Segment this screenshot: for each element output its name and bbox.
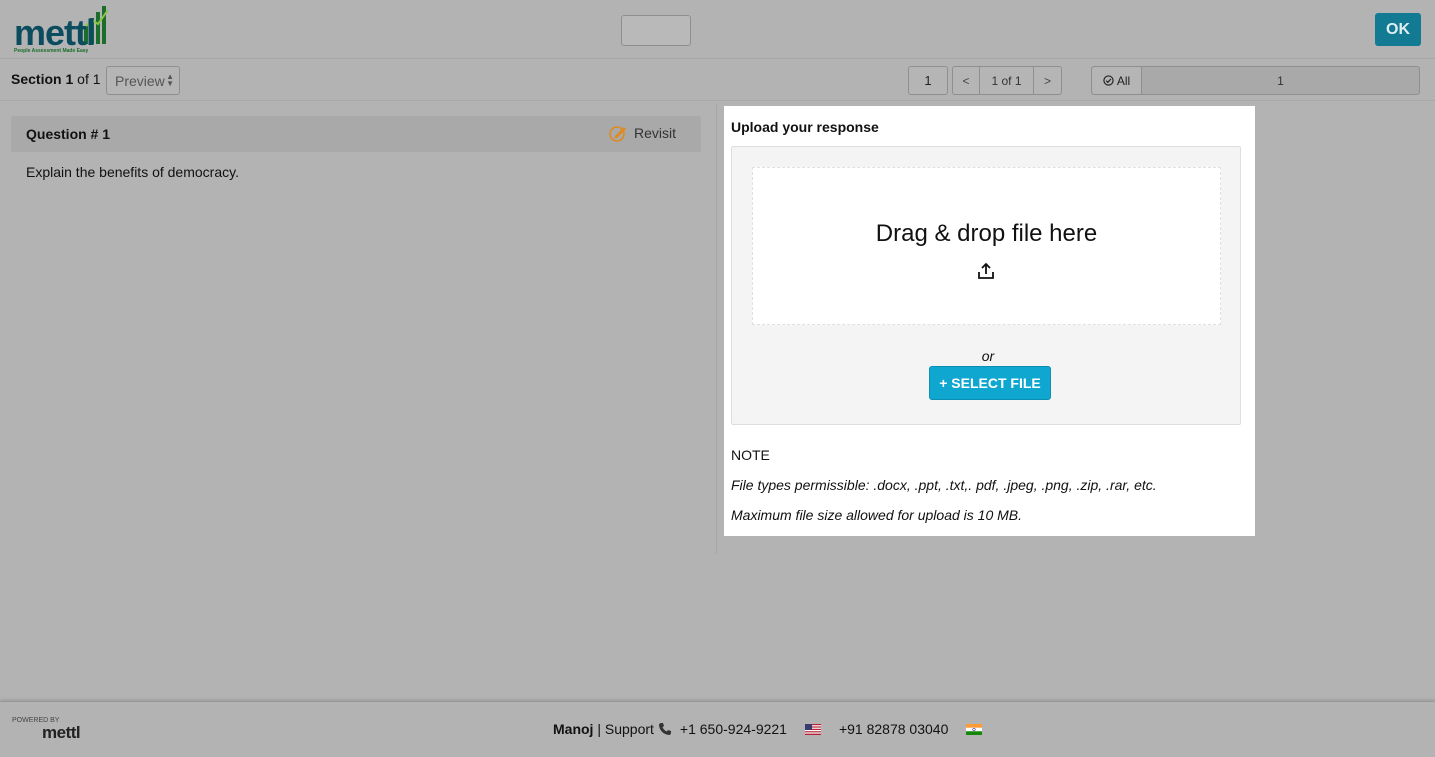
select-arrows-icon: ▲ ▼ <box>166 72 174 88</box>
note-title: NOTE <box>731 447 770 463</box>
upload-panel: Upload your response Drag & drop file he… <box>724 106 1255 536</box>
phone-in: +91 82878 03040 <box>838 721 949 737</box>
powered-logo-text: mettl <box>42 723 81 742</box>
india-flag-icon <box>966 723 983 735</box>
filter-all-label: All <box>1116 73 1131 88</box>
upload-icon <box>978 262 994 279</box>
ok-button[interactable]: OK <box>1375 13 1421 46</box>
drop-zone-text: Drag & drop file here <box>875 220 1098 247</box>
note-file-types: File types permissible: .docx, .ppt, .tx… <box>731 477 1157 493</box>
section-bar: Section 1 of 1 Preview ▲ ▼ 1 < 1 of 1 > A… <box>0 60 1435 101</box>
question-number-link[interactable]: 1 <box>1142 67 1419 94</box>
view-mode-value: Preview <box>115 73 165 89</box>
prev-page-button[interactable]: < <box>952 66 980 95</box>
us-flag-icon <box>804 723 821 735</box>
section-of: of 1 <box>77 71 101 87</box>
support-label: Support <box>604 721 654 737</box>
section-indicator: Section 1 of 1 <box>11 71 101 87</box>
powered-by-logo: POWERED BY mettl <box>12 717 81 742</box>
drop-zone[interactable]: Drag & drop file here <box>752 167 1221 325</box>
top-header: mettl People Assessment Made Easy OK <box>0 0 1435 59</box>
footer: POWERED BY mettl Manoj | Support +1 650-… <box>0 701 1435 757</box>
question-title: Question # 1 <box>26 126 111 142</box>
view-mode-select[interactable]: Preview ▲ ▼ <box>106 66 180 95</box>
phone-icon <box>658 723 671 735</box>
question-header: Question # 1 Revisit <box>11 116 701 152</box>
phone-us: +1 650-924-9221 <box>679 721 787 737</box>
panel-divider <box>716 104 717 554</box>
footer-separator: | <box>593 721 605 737</box>
header-center-button[interactable] <box>621 15 691 46</box>
question-filter: All 1 <box>1091 66 1420 95</box>
logo-tagline: People Assessment Made Easy <box>14 48 89 54</box>
user-name: Manoj <box>553 721 594 737</box>
page-count: 1 of 1 <box>979 66 1034 95</box>
next-page-button[interactable]: > <box>1033 66 1062 95</box>
upload-box: Drag & drop file here or + SELECT FILE <box>731 146 1241 425</box>
revisit-icon <box>609 126 626 142</box>
mettl-logo: mettl People Assessment Made Easy <box>12 4 112 56</box>
question-text: Explain the benefits of democracy. <box>26 164 239 180</box>
upload-title: Upload your response <box>731 119 879 135</box>
check-circle-icon <box>1103 75 1114 86</box>
revisit-label: Revisit <box>634 125 677 141</box>
revisit-button[interactable]: Revisit <box>608 124 676 142</box>
or-text: or <box>981 348 995 364</box>
select-file-button[interactable]: + SELECT FILE <box>929 366 1051 400</box>
note-max-size: Maximum file size allowed for upload is … <box>731 507 1023 523</box>
footer-support-info: Manoj | Support +1 650-924-9221 +91 8287… <box>553 721 983 737</box>
filter-all-button[interactable]: All <box>1092 67 1142 94</box>
section-number: 1 <box>65 71 74 87</box>
page-number-input[interactable]: 1 <box>908 66 948 95</box>
section-word: Section <box>11 71 62 87</box>
